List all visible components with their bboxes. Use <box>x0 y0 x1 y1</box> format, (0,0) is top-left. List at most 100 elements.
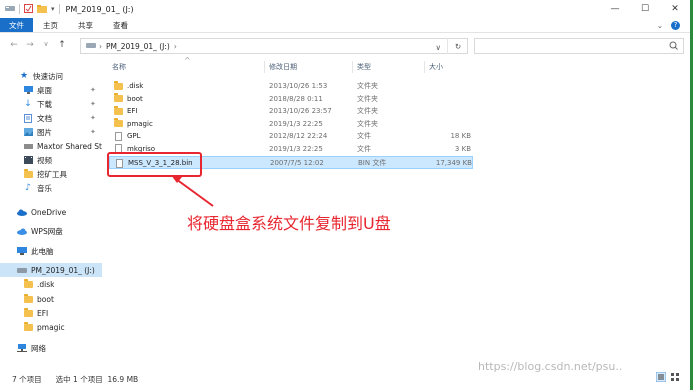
tab-home[interactable]: 主页 <box>33 18 68 32</box>
annotation-text: 将硬盘盒系统文件复制到U盘 <box>187 214 391 233</box>
column-divider[interactable] <box>264 61 265 73</box>
breadcrumb-separator-icon: › <box>173 41 177 51</box>
sidebar-item-label: 下载 <box>37 99 52 109</box>
network-icon <box>17 343 27 353</box>
file-type-cell: BIN 文件 <box>358 159 387 168</box>
sidebar-item-desktop[interactable]: 桌面 ✦ <box>0 83 102 97</box>
file-type-cell: 文件夹 <box>357 107 378 116</box>
sidebar-item-boot[interactable]: boot <box>0 292 102 306</box>
column-header-name[interactable]: 名称 <box>112 61 262 73</box>
forward-arrow-icon[interactable]: → <box>24 40 36 50</box>
properties-icon[interactable] <box>24 3 33 15</box>
folder-icon <box>23 278 33 289</box>
sidebar-item-label: 视频 <box>37 155 52 165</box>
sidebar-item-maxtor-shared-storage[interactable]: Maxtor Shared Storage <box>0 139 102 153</box>
sidebar-item-label: 网络 <box>31 343 46 353</box>
file-explorer-window: ▾ PM_2019_01_ (J:) — ☐ ✕ 文件 主页 共享 查看 ⌄ ?… <box>0 0 693 390</box>
sidebar-item-music[interactable]: ♪ 音乐 <box>0 181 102 195</box>
sidebar-item-videos[interactable]: 视频 <box>0 153 102 167</box>
column-divider[interactable] <box>352 61 353 73</box>
breadcrumb-separator-icon: › <box>99 41 102 51</box>
status-selection: 选中 1 个项目 16.9 MB <box>56 374 139 385</box>
folder-icon <box>114 93 123 103</box>
file-name-cell[interactable]: EFI <box>114 105 138 118</box>
pin-icon: ✦ <box>90 128 96 136</box>
sidebar-item-label: 挖矿工具 <box>37 169 67 179</box>
sidebar-item-label: PM_2019_01_ (J:) <box>31 265 95 275</box>
table-row[interactable]: EFI 2013/10/26 23:57 文件夹 <box>109 105 473 118</box>
column-header-type[interactable]: 类型 <box>357 61 422 73</box>
sidebar-item-wps-drive[interactable]: WPS网盘 <box>0 224 102 238</box>
recent-chevron-icon[interactable]: ∨ <box>40 40 52 50</box>
table-row[interactable]: pmagic 2019/1/3 22:25 文件夹 <box>109 118 473 131</box>
pin-icon: ✦ <box>90 114 96 122</box>
sidebar-item-documents[interactable]: 文档 ✦ <box>0 111 102 125</box>
sidebar-item-pictures[interactable]: 图片 ✦ <box>0 125 102 139</box>
file-date-cell: 2019/1/3 22:25 <box>269 144 323 153</box>
folder-icon <box>114 80 123 91</box>
column-header-date[interactable]: 修改日期 <box>269 61 349 73</box>
sidebar-item-label: Maxtor Shared Storage <box>37 141 102 151</box>
tab-share[interactable]: 共享 <box>68 18 103 32</box>
sidebar-item-disk[interactable]: .disk <box>0 277 102 291</box>
sidebar-item-label: 桌面 <box>37 85 52 95</box>
tab-view[interactable]: 查看 <box>103 18 138 32</box>
sidebar-item-this-pc[interactable]: 此电脑 <box>0 244 102 258</box>
download-icon: ↓ <box>24 99 32 109</box>
status-item-count: 7 个项目 <box>12 374 42 384</box>
table-row[interactable]: GPL 2012/8/12 22:24 文件 18 KB <box>109 130 473 143</box>
folder-icon <box>23 321 33 332</box>
table-row[interactable]: boot 2018/8/28 0:11 文件夹 <box>109 93 473 106</box>
file-name-cell[interactable]: GPL <box>114 130 141 143</box>
sidebar-item-label: 图片 <box>37 127 52 137</box>
cloud-icon <box>17 226 27 236</box>
folder-icon <box>114 105 123 116</box>
file-name-cell[interactable]: boot <box>114 93 143 106</box>
sidebar-item-quick-access[interactable]: ★ 快速访问 <box>0 69 102 83</box>
maximize-button[interactable]: ☐ <box>630 0 660 18</box>
breadcrumb[interactable]: PM_2019_01_ (J:) <box>106 42 170 51</box>
divider <box>58 4 60 14</box>
refresh-button[interactable]: ↻ <box>447 38 468 54</box>
new-folder-icon[interactable] <box>37 4 47 15</box>
sidebar-item-efi[interactable]: EFI <box>0 306 102 320</box>
column-divider[interactable] <box>424 61 425 73</box>
divider <box>19 4 20 14</box>
music-icon: ♪ <box>25 183 31 193</box>
sidebar-item-label: EFI <box>37 308 49 318</box>
file-name-cell[interactable]: pmagic <box>114 118 153 131</box>
sidebar-item-pmagic[interactable]: pmagic <box>0 320 102 334</box>
search-input[interactable] <box>474 38 684 54</box>
file-size-cell <box>427 80 471 93</box>
ribbon-tabs: 文件 主页 共享 查看 ⌄ ? <box>0 18 690 33</box>
sidebar-item-label: 快速访问 <box>33 71 63 81</box>
file-name-cell[interactable]: .disk <box>114 80 143 93</box>
minimize-button[interactable]: — <box>600 0 630 18</box>
tab-file[interactable]: 文件 <box>0 18 33 32</box>
cloud-icon <box>17 207 27 217</box>
computer-icon <box>17 246 27 256</box>
table-row[interactable]: .disk 2013/10/26 1:53 文件夹 <box>109 80 473 93</box>
help-icon[interactable]: ? <box>671 20 680 30</box>
close-button[interactable]: ✕ <box>660 0 690 18</box>
sidebar-item-onedrive[interactable]: OneDrive <box>0 205 102 219</box>
large-icons-view-icon[interactable] <box>670 372 680 382</box>
sidebar-item-downloads[interactable]: ↓ 下载 ✦ <box>0 97 102 111</box>
drive-icon <box>17 265 27 275</box>
sidebar-item-pm-drive[interactable]: PM_2019_01_ (J:) <box>0 263 102 277</box>
sidebar-item-label: boot <box>37 294 54 304</box>
address-bar[interactable]: › PM_2019_01_ (J:) › ∨ <box>80 38 468 54</box>
details-view-icon[interactable] <box>655 371 667 383</box>
folder-icon <box>23 168 33 179</box>
picture-icon <box>23 127 33 137</box>
file-type-cell: 文件 <box>357 144 371 153</box>
file-name: boot <box>127 94 143 103</box>
column-header-size[interactable]: 大小 <box>429 61 469 73</box>
address-dropdown-icon[interactable]: ∨ <box>436 40 442 54</box>
sidebar-item-network[interactable]: 网络 <box>0 341 102 355</box>
expand-ribbon-icon[interactable]: ⌄ <box>657 21 663 30</box>
sidebar-item-mining-tools[interactable]: 挖矿工具 <box>0 167 102 181</box>
back-arrow-icon[interactable]: ← <box>8 40 20 50</box>
up-arrow-icon[interactable]: ↑ <box>56 40 68 50</box>
chevron-down-icon[interactable]: ▾ <box>51 5 55 13</box>
